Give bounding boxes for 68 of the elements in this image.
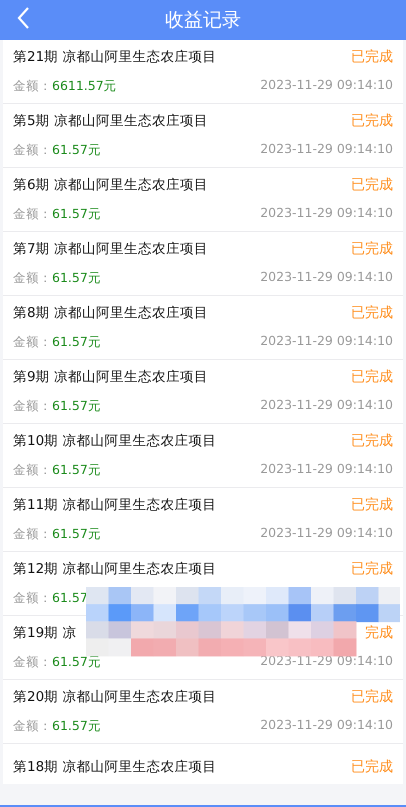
- amount-label: 金额：: [13, 718, 52, 733]
- amount-label: 金额：: [13, 398, 52, 413]
- record-item[interactable]: 第20期 凉都山阿里生态农庄项目 已完成 金额：61.57元 2023-11-29 09:14:10: [3, 680, 403, 744]
- amount-label: 金额：: [13, 270, 52, 285]
- record-title: 第19期 凉: [13, 624, 76, 642]
- record-item[interactable]: 第5期 凉都山阿里生态农庄项目 已完成 金额：61.57元 2023-11-29 09:14:10: [3, 104, 403, 168]
- record-time: 2023-11-29 09:14:10: [260, 461, 393, 476]
- record-title: 第20期 凉都山阿里生态农庄项目: [13, 688, 216, 706]
- record-status: 已完成: [351, 304, 393, 322]
- record-status: 完成: [365, 624, 393, 642]
- record-title: 第7期 凉都山阿里生态农庄项目: [13, 240, 208, 258]
- record-title: 第6期 凉都山阿里生态农庄项目: [13, 176, 208, 194]
- record-item[interactable]: 第8期 凉都山阿里生态农庄项目 已完成 金额：61.57元 2023-11-29 09:14:10: [3, 296, 403, 360]
- record-status: 已完成: [351, 368, 393, 386]
- record-title: 第10期 凉都山阿里生态农庄项目: [13, 432, 216, 450]
- record-title: 第11期 凉都山阿里生态农庄项目: [13, 496, 216, 514]
- amount-value: 61.57元: [52, 270, 101, 285]
- record-item[interactable]: 第7期 凉都山阿里生态农庄项目 已完成 金额：61.57元 2023-11-29 09:14:10: [3, 232, 403, 296]
- amount-value: 61.57元: [52, 462, 101, 477]
- amount-label: 金额：: [13, 78, 52, 93]
- record-title: 第18期 凉都山阿里生态农庄项目: [13, 758, 216, 776]
- record-status: 已完成: [351, 688, 393, 706]
- record-time: 2023-11-29 09:14:10: [260, 269, 393, 284]
- amount-label: 金额：: [13, 526, 52, 541]
- page-title: 收益记录: [165, 8, 241, 33]
- amount-value: 61.57元: [52, 398, 101, 413]
- record-title: 第12期 凉都山阿里生态农庄项目: [13, 560, 216, 578]
- record-title: 第21期 凉都山阿里生态农庄项目: [13, 48, 216, 66]
- amount-value: 61.57元: [52, 334, 101, 349]
- record-item[interactable]: 第10期 凉都山阿里生态农庄项目 已完成 金额：61.57元 2023-11-29 09:14:10: [3, 424, 403, 488]
- amount-label: 金额：: [13, 334, 52, 349]
- amount-label: 金额：: [13, 142, 52, 157]
- amount-value: 61.57元: [52, 206, 101, 221]
- record-item[interactable]: 第9期 凉都山阿里生态农庄项目 已完成 金额：61.57元 2023-11-29 09:14:10: [3, 360, 403, 424]
- amount-label: 金额：: [13, 590, 52, 605]
- back-icon[interactable]: [16, 6, 30, 30]
- amount-value: 61.57元: [52, 142, 101, 157]
- amount-label: 金额：: [13, 206, 52, 221]
- record-title: 第9期 凉都山阿里生态农庄项目: [13, 368, 208, 386]
- amount-value: 61.57: [52, 590, 88, 605]
- record-time: 2023-11-29 09:14:10: [260, 653, 393, 668]
- record-time: 2023-11-29 09:14:10: [260, 205, 393, 220]
- record-title: 第5期 凉都山阿里生态农庄项目: [13, 112, 208, 130]
- amount-value: 6611.57元: [52, 78, 117, 93]
- amount-value: 61.57元: [52, 654, 101, 669]
- record-status: 已完成: [351, 432, 393, 450]
- amount-value: 61.57元: [52, 718, 101, 733]
- record-item[interactable]: 第6期 凉都山阿里生态农庄项目 已完成 金额：61.57元 2023-11-29 09:14:10: [3, 168, 403, 232]
- record-status: 已完成: [351, 176, 393, 194]
- record-item[interactable]: 第18期 凉都山阿里生态农庄项目 已完成: [3, 744, 403, 784]
- record-time: 2023-11-29 09:14:10: [260, 717, 393, 732]
- record-status: 已完成: [351, 240, 393, 258]
- record-time: 2023-11-29 09:14:10: [260, 333, 393, 348]
- amount-value: 61.57元: [52, 526, 101, 541]
- record-time: 2023-11-29 09:14:10: [260, 77, 393, 92]
- amount-label: 金额：: [13, 462, 52, 477]
- record-time: 2023-11-29 09:14:10: [260, 141, 393, 156]
- record-status: 已完成: [351, 758, 393, 776]
- record-status: 已完成: [351, 112, 393, 130]
- record-time: 2023-11-29 09:14:10: [260, 397, 393, 412]
- record-item[interactable]: 第11期 凉都山阿里生态农庄项目 已完成 金额：61.57元 2023-11-29 09:14:10: [3, 488, 403, 552]
- record-time: 2023-11-29 09:14:10: [260, 525, 393, 540]
- record-status: 已完成: [351, 496, 393, 514]
- record-title: 第8期 凉都山阿里生态农庄项目: [13, 304, 208, 322]
- amount-label: 金额：: [13, 654, 52, 669]
- record-status: 已完成: [351, 560, 393, 578]
- record-item[interactable]: 第21期 凉都山阿里生态农庄项目 已完成 金额：6611.57元 2023-11-29 09:14:10: [3, 40, 403, 104]
- record-status: 已完成: [351, 48, 393, 66]
